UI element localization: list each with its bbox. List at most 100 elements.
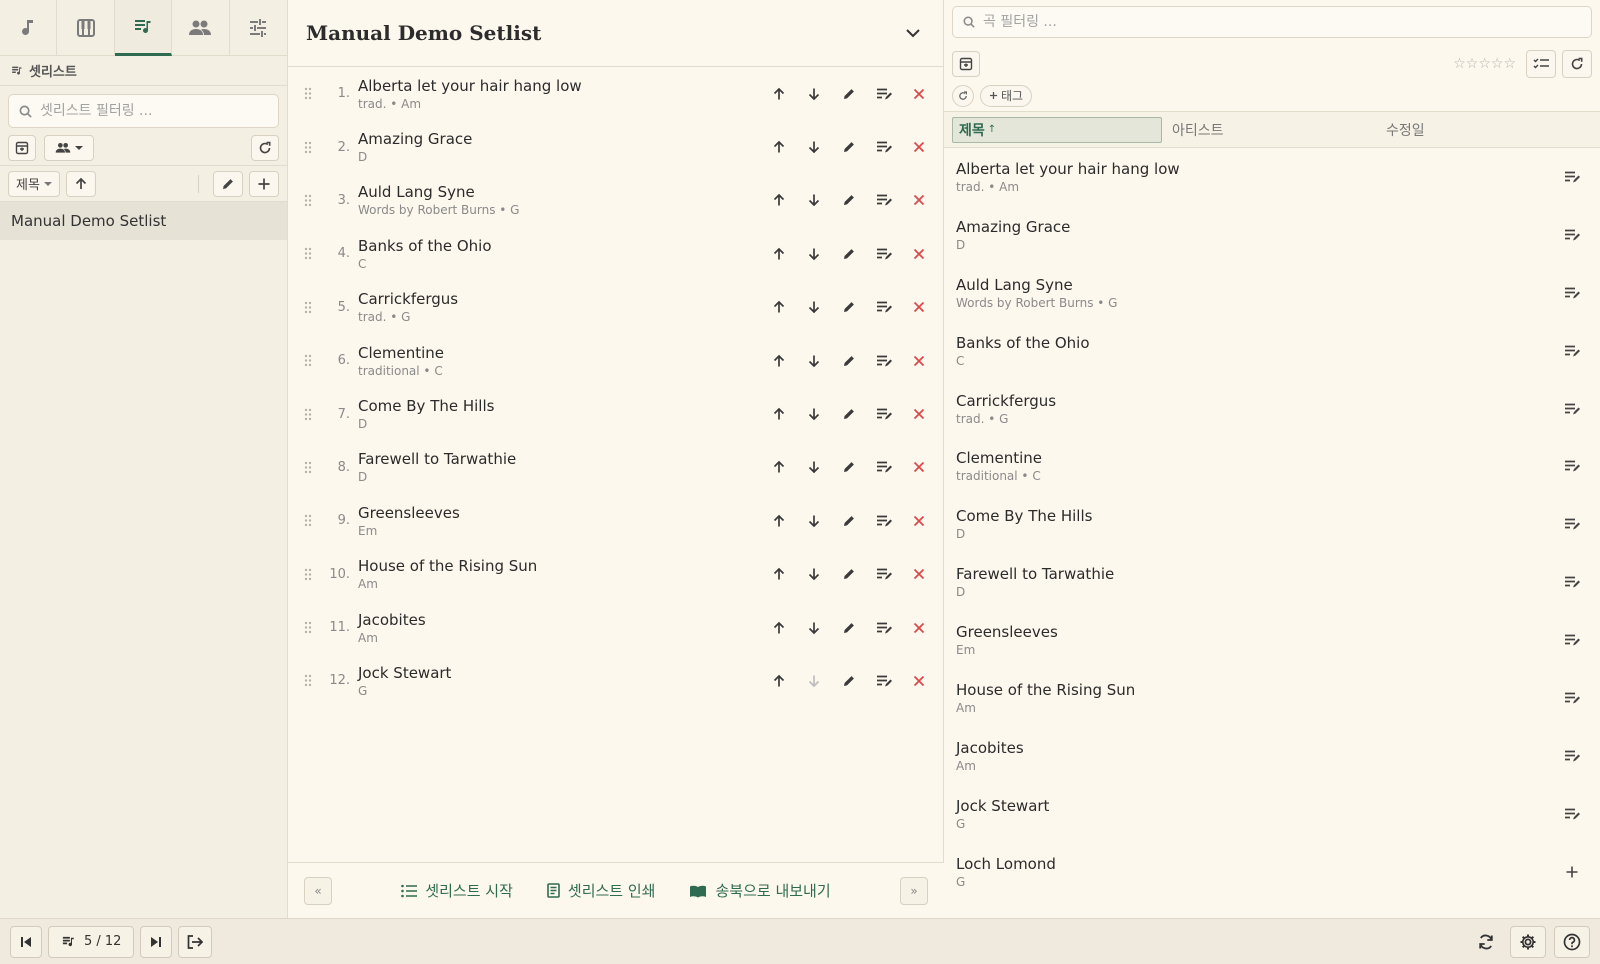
setlist-filter[interactable] <box>8 94 279 128</box>
setlist-song-row[interactable]: 12. Jock Stewart G <box>288 654 943 707</box>
tab-groups[interactable] <box>172 0 230 56</box>
tab-settings[interactable] <box>230 0 287 56</box>
playlist-check-icon[interactable] <box>1560 512 1584 536</box>
library-song-row[interactable]: Loch Lomond G <box>944 843 1600 901</box>
help-button[interactable] <box>1554 925 1590 958</box>
move-up-icon[interactable] <box>767 669 791 693</box>
setlist-song-row[interactable]: 1. Alberta let your hair hang low trad. … <box>288 67 943 120</box>
start-setlist-button[interactable]: 셋리스트 시작 <box>401 880 513 901</box>
drag-handle-icon[interactable] <box>304 461 316 474</box>
library-song-row[interactable]: Midnight Special <box>944 901 1600 918</box>
remove-x-icon[interactable] <box>907 455 931 479</box>
drag-handle-icon[interactable] <box>304 674 316 687</box>
move-up-icon[interactable] <box>767 135 791 159</box>
setlist-song-row[interactable]: 9. Greensleeves Em <box>288 494 943 547</box>
drag-handle-icon[interactable] <box>304 141 316 154</box>
multi-select-button[interactable] <box>1526 50 1556 78</box>
playlist-edit-icon[interactable] <box>872 616 896 640</box>
setlist-song-row[interactable]: 4. Banks of the Ohio C <box>288 227 943 280</box>
move-up-icon[interactable] <box>767 455 791 479</box>
edit-setlist-button[interactable] <box>213 170 243 197</box>
column-header-artist[interactable]: 아티스트 <box>1166 117 1380 143</box>
move-down-icon[interactable] <box>802 562 826 586</box>
tab-setlists[interactable] <box>114 0 173 56</box>
library-song-row[interactable]: Greensleeves Em <box>944 611 1600 669</box>
previous-song-button[interactable] <box>10 925 42 958</box>
remove-x-icon[interactable] <box>907 402 931 426</box>
drag-handle-icon[interactable] <box>304 408 316 421</box>
setlist-song-row[interactable]: 2. Amazing Grace D <box>288 120 943 173</box>
move-up-icon[interactable] <box>767 402 791 426</box>
playlist-edit-icon[interactable] <box>872 402 896 426</box>
sort-direction-button[interactable] <box>65 170 96 197</box>
remove-x-icon[interactable] <box>907 616 931 640</box>
drag-handle-icon[interactable] <box>304 514 316 527</box>
library-song-row[interactable]: Clementine traditional • C <box>944 437 1600 495</box>
drag-handle-icon[interactable] <box>304 194 316 207</box>
setlist-position-button[interactable]: 5 / 12 <box>48 925 135 958</box>
move-up-icon[interactable] <box>767 509 791 533</box>
library-song-row[interactable]: Jock Stewart G <box>944 785 1600 843</box>
refresh-button[interactable] <box>251 134 279 161</box>
edit-pencil-icon[interactable] <box>837 669 861 693</box>
collapse-left-button[interactable]: « <box>304 876 332 905</box>
move-up-icon[interactable] <box>767 616 791 640</box>
remove-x-icon[interactable] <box>907 242 931 266</box>
setlist-song-row[interactable]: 7. Come By The Hills D <box>288 387 943 440</box>
sort-field-select[interactable]: 제목 <box>8 170 60 197</box>
move-up-icon[interactable] <box>767 242 791 266</box>
move-up-icon[interactable] <box>767 295 791 319</box>
rating-filter[interactable]: ☆☆☆☆☆ <box>1453 56 1516 72</box>
song-filter[interactable] <box>952 6 1592 38</box>
group-filter-button[interactable] <box>44 134 94 161</box>
setlist-song-row[interactable]: 10. House of the Rising Sun Am <box>288 548 943 601</box>
next-song-button[interactable] <box>140 925 173 958</box>
playlist-check-icon[interactable] <box>1560 397 1584 421</box>
library-song-row[interactable]: Banks of the Ohio C <box>944 322 1600 380</box>
edit-pencil-icon[interactable] <box>837 135 861 159</box>
move-down-icon[interactable] <box>802 616 826 640</box>
playlist-check-icon[interactable] <box>1560 281 1584 305</box>
move-down-icon[interactable] <box>802 455 826 479</box>
library-song-row[interactable]: Amazing Grace D <box>944 206 1600 264</box>
settings-button[interactable] <box>1510 925 1546 958</box>
playlist-check-icon[interactable] <box>1560 744 1584 768</box>
tab-chords[interactable] <box>57 0 115 56</box>
playlist-edit-icon[interactable] <box>872 562 896 586</box>
setlist-filter-input[interactable] <box>40 103 260 119</box>
move-down-icon[interactable] <box>802 509 826 533</box>
playlist-edit-icon[interactable] <box>872 295 896 319</box>
exit-setlist-button[interactable] <box>178 925 213 958</box>
edit-pencil-icon[interactable] <box>837 349 861 373</box>
remove-x-icon[interactable] <box>907 509 931 533</box>
drag-handle-icon[interactable] <box>304 568 316 581</box>
drag-handle-icon[interactable] <box>304 621 316 634</box>
playlist-edit-icon[interactable] <box>872 349 896 373</box>
playlist-check-icon[interactable] <box>1560 686 1584 710</box>
edit-pencil-icon[interactable] <box>837 455 861 479</box>
column-header-title[interactable]: 제목 ↑ <box>952 116 1162 143</box>
playlist-check-icon[interactable] <box>1560 570 1584 594</box>
move-down-icon[interactable] <box>802 402 826 426</box>
export-songbook-button[interactable]: 송북으로 내보내기 <box>689 880 831 901</box>
playlist-edit-icon[interactable] <box>872 509 896 533</box>
remove-x-icon[interactable] <box>907 135 931 159</box>
move-down-icon[interactable] <box>802 82 826 106</box>
library-song-row[interactable]: Auld Lang Syne Words by Robert Burns • G <box>944 264 1600 322</box>
move-up-icon[interactable] <box>767 349 791 373</box>
edit-pencil-icon[interactable] <box>837 188 861 212</box>
library-song-row[interactable]: Farewell to Tarwathie D <box>944 553 1600 611</box>
playlist-check-icon[interactable] <box>1560 454 1584 478</box>
setlist-song-row[interactable]: 3. Auld Lang Syne Words by Robert Burns … <box>288 174 943 227</box>
column-header-modified[interactable]: 수정일 <box>1380 117 1580 143</box>
playlist-check-icon[interactable] <box>1560 802 1584 826</box>
setlist-song-row[interactable]: 8. Farewell to Tarwathie D <box>288 441 943 494</box>
setlist-item[interactable]: Manual Demo Setlist <box>0 202 287 240</box>
print-setlist-button[interactable]: 셋리스트 인쇄 <box>547 880 655 901</box>
archive-button[interactable] <box>952 51 980 77</box>
move-down-icon[interactable] <box>802 349 826 373</box>
setlist-song-row[interactable]: 6. Clementine traditional • C <box>288 334 943 387</box>
playlist-check-icon[interactable] <box>1560 628 1584 652</box>
setlist-song-row[interactable]: 11. Jacobites Am <box>288 601 943 654</box>
playlist-edit-icon[interactable] <box>872 135 896 159</box>
